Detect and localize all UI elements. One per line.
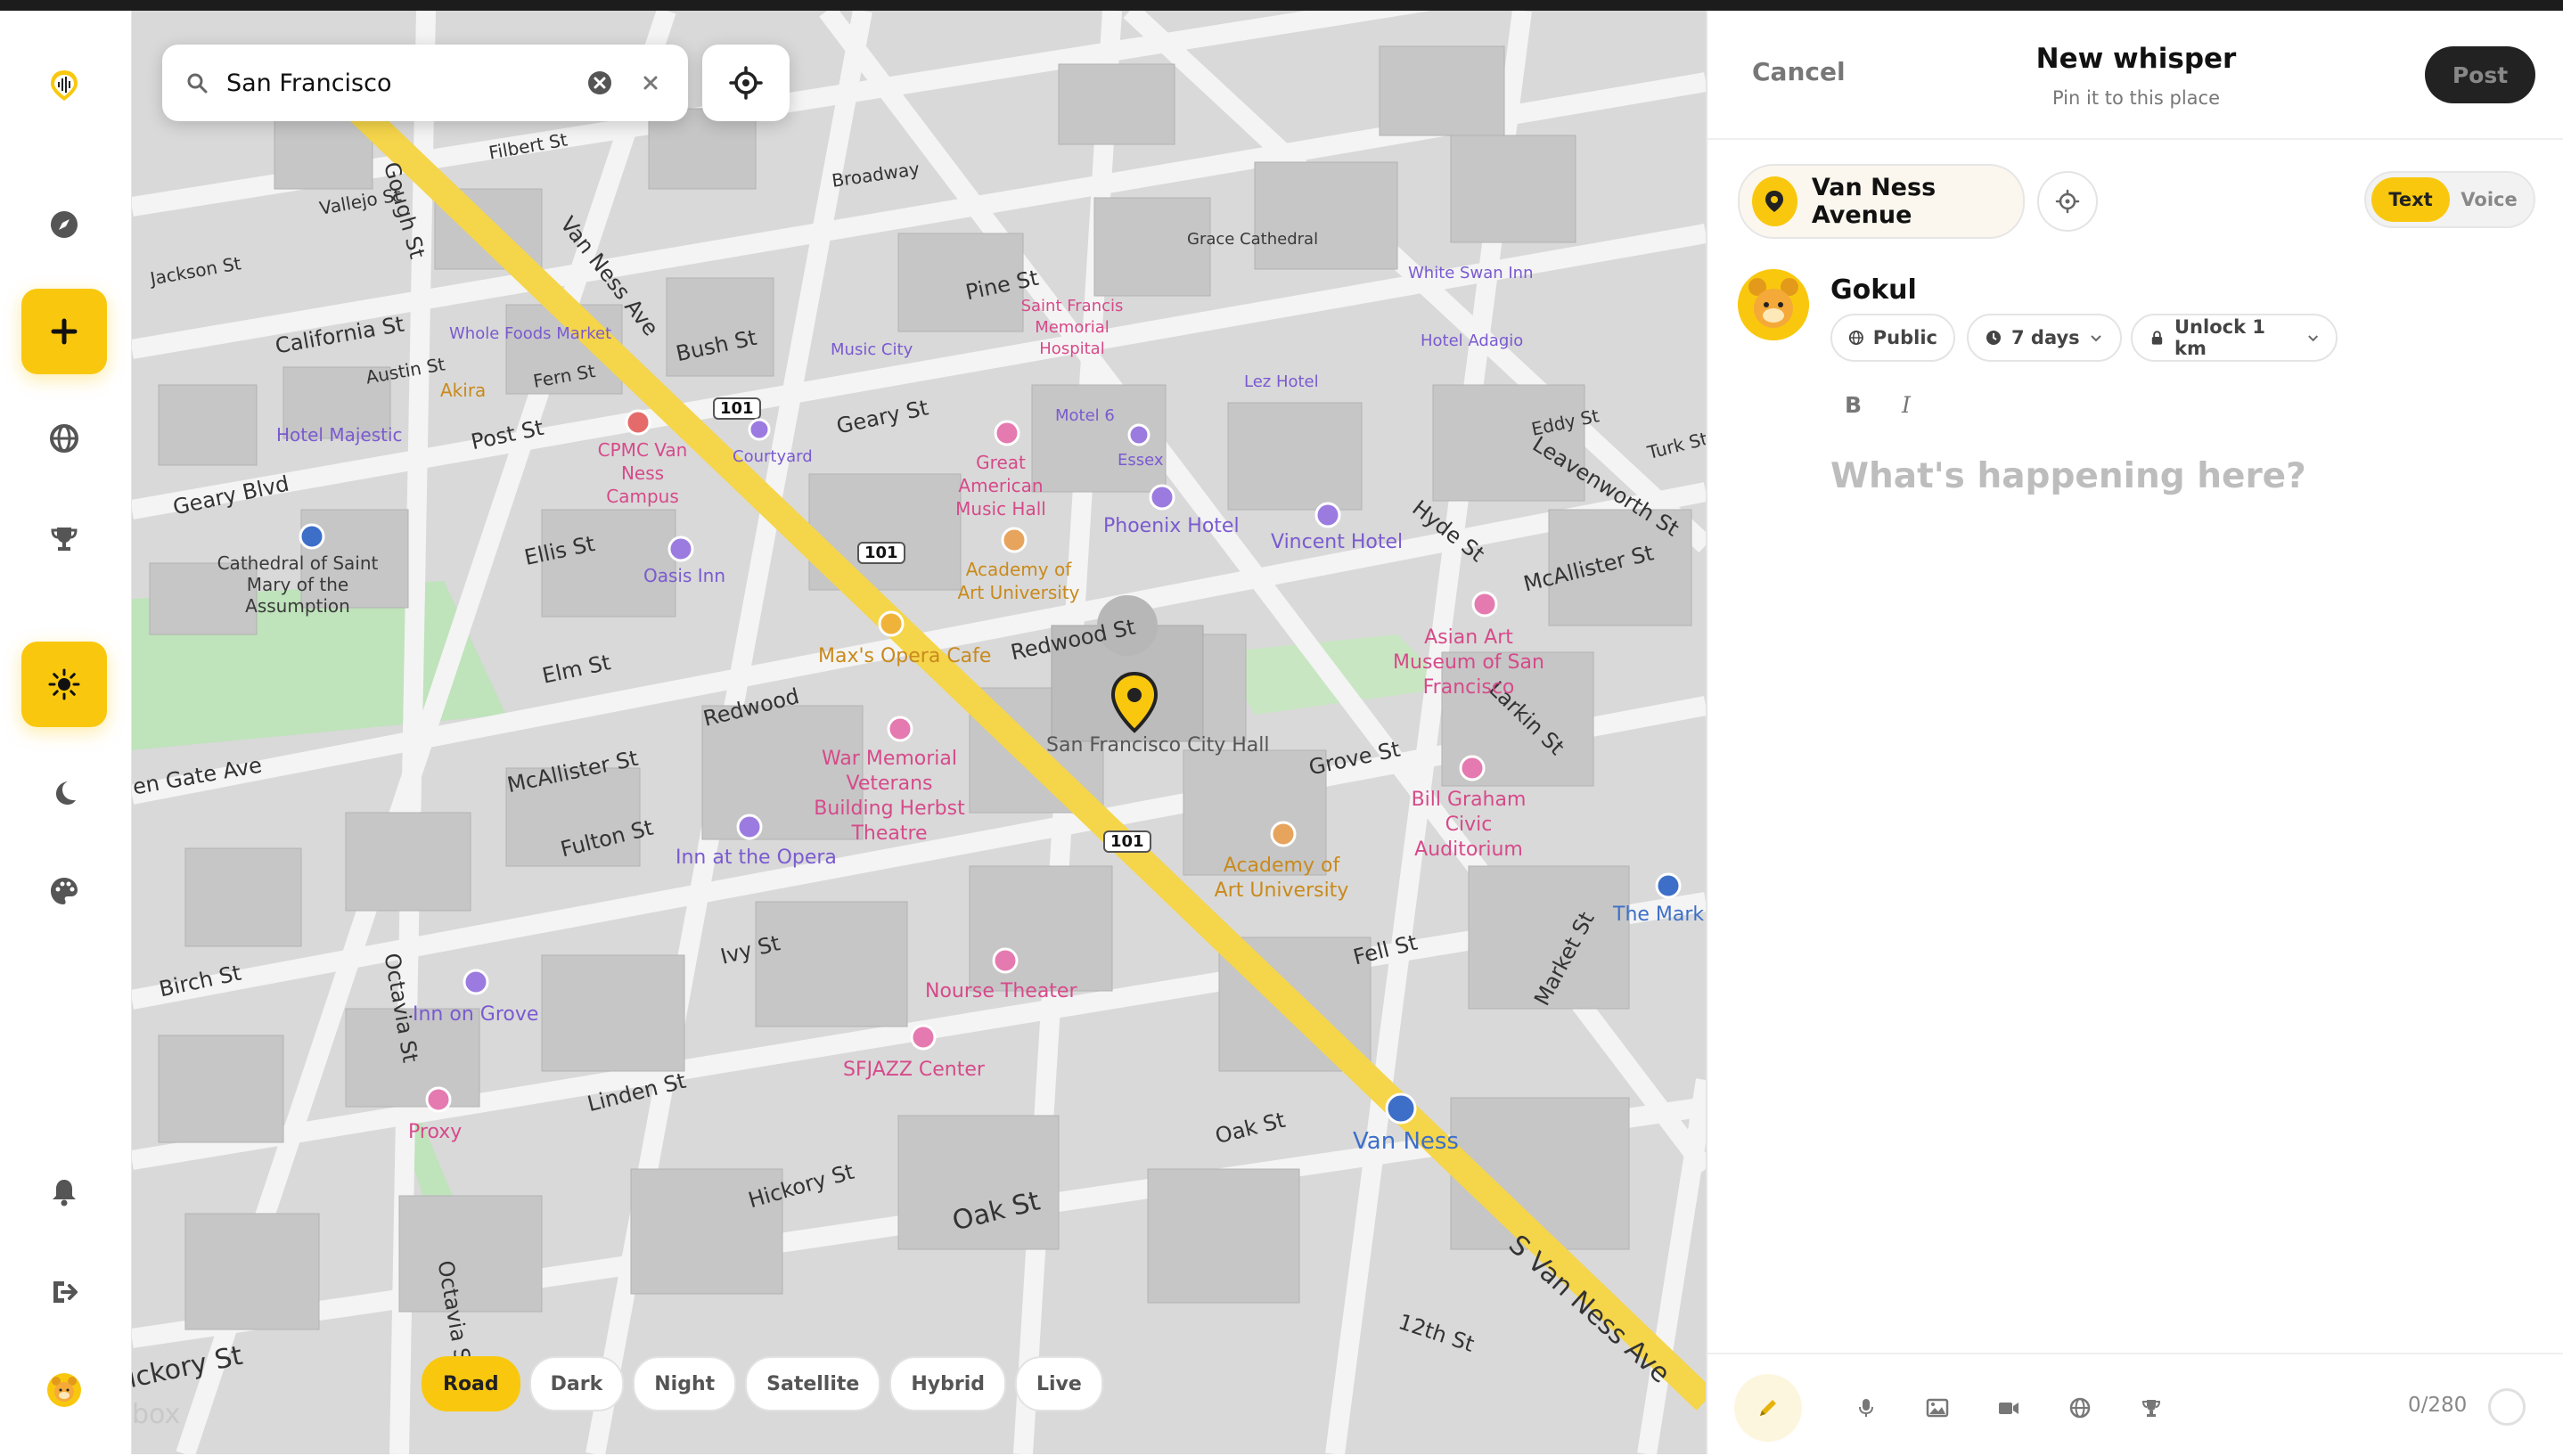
pencil-icon — [1760, 1400, 1776, 1416]
selected-place-label[interactable]: San Francisco City Hall — [1046, 734, 1270, 757]
chevron-down-icon — [2090, 335, 2101, 342]
app-logo-icon[interactable] — [21, 43, 107, 128]
visibility-dropdown[interactable]: Public — [1830, 314, 1955, 362]
visibility-value: Public — [1872, 327, 1937, 348]
duration-value: 7 days — [2011, 327, 2080, 348]
whisper-text-input[interactable]: What's happening here? — [1830, 456, 2306, 496]
place-chip[interactable]: Van Ness Avenue — [1738, 164, 2025, 239]
bold-button[interactable]: B — [1845, 392, 1862, 418]
user-avatar[interactable] — [21, 1347, 107, 1433]
map-style-satellite[interactable]: Satellite — [745, 1356, 881, 1411]
map-attribution-watermark: box — [132, 1399, 181, 1430]
map-style-road[interactable]: Road — [422, 1356, 520, 1411]
location-pin-icon — [1752, 176, 1797, 226]
clock-icon — [1986, 331, 2001, 345]
duration-dropdown[interactable]: 7 days — [1967, 314, 2122, 362]
character-progress-ring — [2488, 1388, 2526, 1426]
map-style-switcher: Road Dark Night Satellite Hybrid Live — [422, 1356, 1103, 1411]
add-whisper-button[interactable] — [21, 289, 107, 374]
search-box[interactable]: San Francisco — [162, 45, 688, 121]
map-style-live[interactable]: Live — [1014, 1356, 1103, 1411]
chevron-down-icon — [2307, 335, 2318, 342]
lock-icon — [2151, 331, 2163, 345]
new-whisper-panel: Cancel New whisper Pin it to this place … — [1706, 11, 2563, 1454]
trophy-button[interactable] — [2125, 1381, 2178, 1435]
globe-button[interactable] — [2053, 1381, 2107, 1435]
map-view[interactable]: Van Ness Ave S Van Ness Ave Geary Blvd e… — [132, 11, 1706, 1454]
image-icon — [1926, 1398, 1949, 1418]
unlock-radius-value: Unlock 1 km — [2174, 316, 2265, 359]
crosshair-icon — [729, 66, 763, 100]
light-mode-button[interactable] — [21, 642, 107, 727]
selected-location-pin-icon[interactable] — [1110, 672, 1159, 734]
post-button[interactable]: Post — [2425, 46, 2535, 103]
map-style-hybrid[interactable]: Hybrid — [889, 1356, 1006, 1411]
search-icon — [187, 73, 208, 94]
mode-text-button[interactable]: Text — [2371, 177, 2450, 222]
bell-icon[interactable] — [21, 1149, 107, 1235]
user-avatar — [1738, 269, 1809, 340]
compass-icon[interactable] — [21, 182, 107, 267]
recenter-button[interactable] — [2037, 171, 2098, 232]
video-button[interactable] — [1982, 1381, 2035, 1435]
palette-icon[interactable] — [21, 848, 107, 934]
composer-toolbar: 0/280 — [1707, 1353, 2563, 1456]
pencil-button[interactable] — [1734, 1374, 1802, 1442]
locate-me-button[interactable] — [702, 45, 790, 121]
clear-search-icon[interactable] — [586, 70, 613, 96]
close-icon[interactable] — [640, 72, 661, 94]
image-button[interactable] — [1911, 1381, 1964, 1435]
map-style-night[interactable]: Night — [633, 1356, 737, 1411]
search-input[interactable]: San Francisco — [226, 70, 586, 97]
mode-voice-button[interactable]: Voice — [2450, 177, 2528, 222]
unlock-radius-dropdown[interactable]: Unlock 1 km — [2131, 314, 2338, 362]
trophy-icon[interactable] — [21, 495, 107, 581]
content-mode-toggle: Text Voice — [2364, 171, 2535, 228]
crosshair-icon — [2055, 189, 2080, 214]
microphone-button[interactable] — [1839, 1381, 1893, 1435]
microphone-icon — [1859, 1399, 1873, 1417]
place-name: Van Ness Avenue — [1811, 174, 1937, 229]
globe-icon — [1848, 330, 1863, 346]
window-top-bar — [0, 0, 2563, 11]
globe-icon — [2069, 1397, 2091, 1419]
globe-icon[interactable] — [21, 396, 107, 481]
video-camera-icon — [1999, 1403, 2018, 1414]
italic-button[interactable]: I — [1902, 392, 1911, 418]
trophy-icon — [2141, 1400, 2161, 1417]
map-style-dark[interactable]: Dark — [528, 1356, 625, 1411]
left-rail — [0, 11, 133, 1454]
poi-markers — [299, 409, 1682, 1125]
character-counter: 0/280 — [2408, 1394, 2468, 1417]
panel-header: Cancel New whisper Pin it to this place … — [1707, 11, 2563, 140]
user-name: Gokul — [1830, 274, 1917, 306]
logout-icon[interactable] — [21, 1249, 107, 1335]
moon-icon[interactable] — [21, 750, 107, 836]
